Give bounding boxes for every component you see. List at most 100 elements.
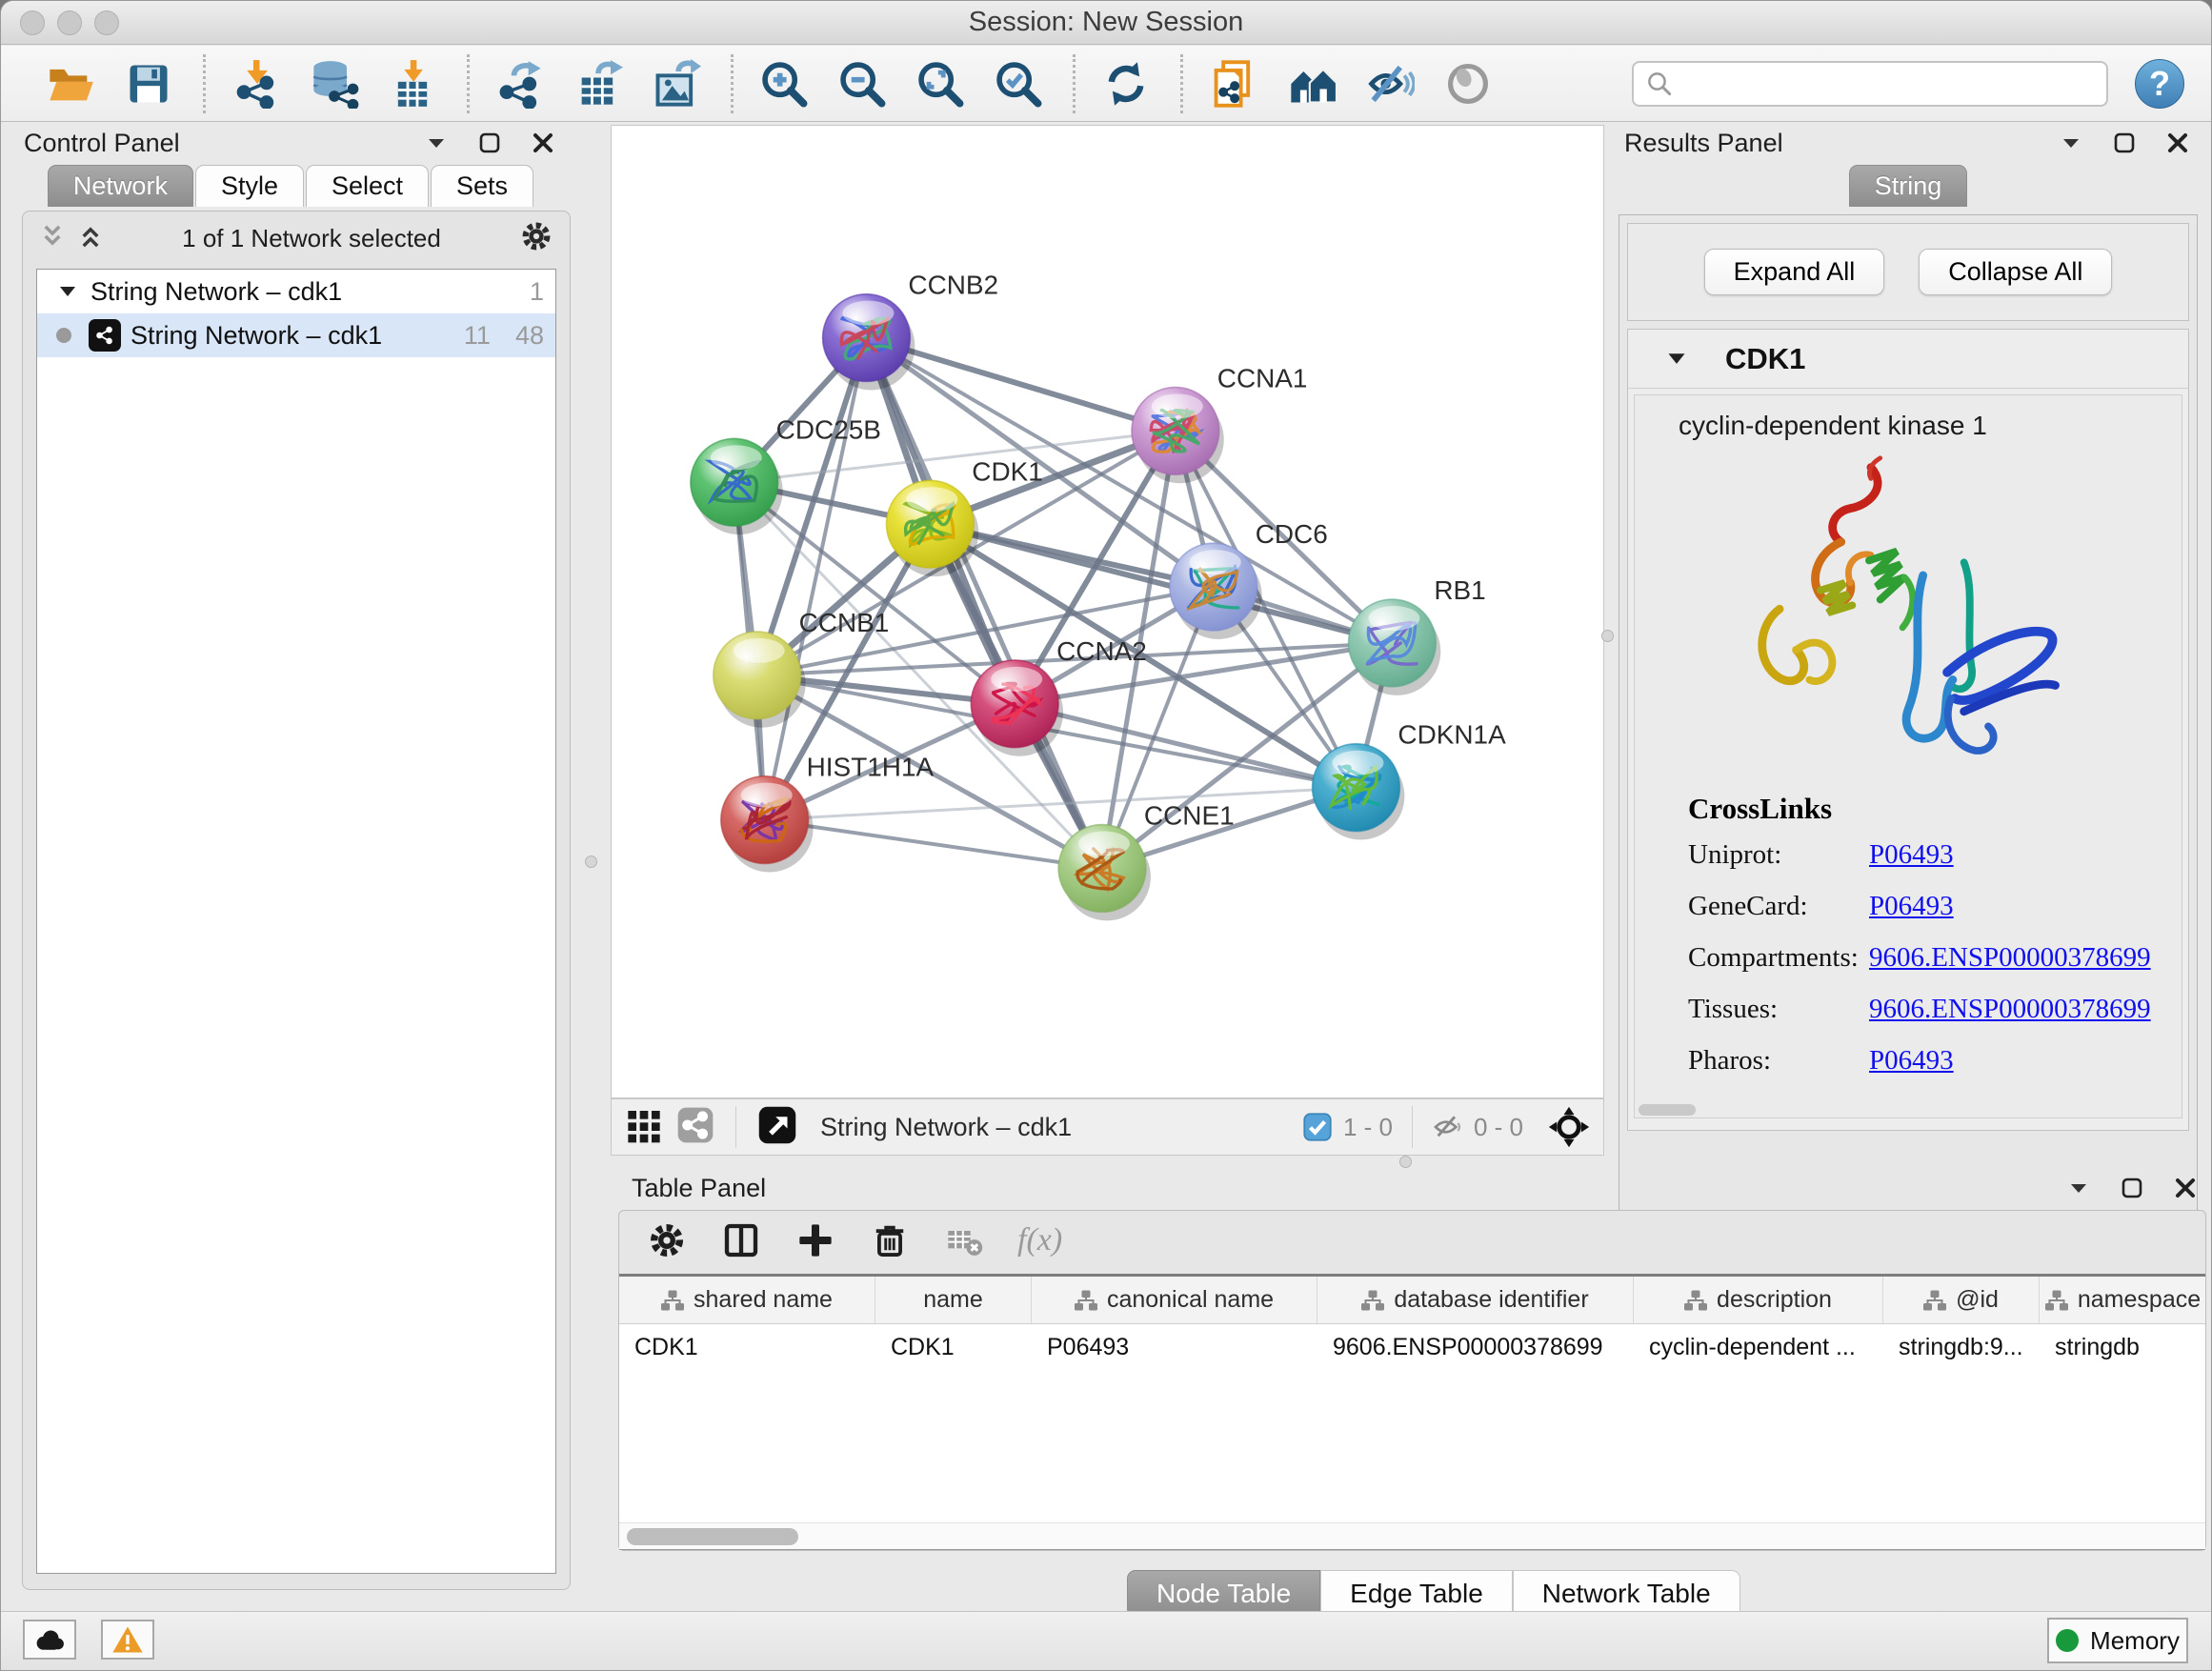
table-options-button[interactable] xyxy=(646,1219,688,1261)
zoom-window-button[interactable] xyxy=(94,10,119,35)
network-collection-row[interactable]: String Network – cdk1 1 xyxy=(37,270,555,313)
close-window-button[interactable] xyxy=(20,10,45,35)
node-label-CCNB1: CCNB1 xyxy=(799,608,890,637)
edge-CCNB2-CCNE1[interactable] xyxy=(866,338,1102,869)
delete-column-button[interactable] xyxy=(869,1219,911,1261)
zoom-fit-button[interactable] xyxy=(911,54,970,113)
collapse-all-button[interactable]: Collapse All xyxy=(1919,249,2112,295)
network-row[interactable]: String Network – cdk1 11 48 xyxy=(37,313,555,357)
export-network-button[interactable] xyxy=(491,54,550,113)
import-database-button[interactable] xyxy=(305,54,364,113)
panel-menu-button[interactable] xyxy=(2064,1174,2093,1202)
memory-button[interactable]: Memory xyxy=(2047,1618,2188,1663)
left-splitter-handle[interactable] xyxy=(585,856,597,868)
tab-style[interactable]: Style xyxy=(195,165,304,207)
warnings-button[interactable] xyxy=(101,1620,154,1660)
tab-select[interactable]: Select xyxy=(306,165,429,207)
cloud-status-button[interactable] xyxy=(23,1620,76,1660)
panel-close-button[interactable] xyxy=(2163,129,2192,157)
panel-float-button[interactable] xyxy=(2118,1174,2146,1202)
scrollbar-thumb[interactable] xyxy=(627,1528,798,1545)
minimize-window-button[interactable] xyxy=(57,10,82,35)
help-button[interactable]: ? xyxy=(2135,59,2184,109)
cell-name[interactable]: CDK1 xyxy=(875,1324,1032,1372)
crosslink-value-link[interactable]: 9606.ENSP00000378699 xyxy=(1869,994,2151,1025)
node-CCNB1[interactable]: CCNB1 xyxy=(714,608,890,728)
save-session-button[interactable] xyxy=(119,54,178,113)
bottom-splitter-handle[interactable] xyxy=(1399,1156,1412,1168)
node-CDC25B[interactable]: CDC25B xyxy=(691,414,881,534)
selected-checkbox-icon[interactable] xyxy=(1303,1113,1332,1141)
show-eye-button[interactable] xyxy=(1438,54,1498,113)
crosslink-value-link[interactable]: P06493 xyxy=(1869,839,1954,871)
create-column-button[interactable] xyxy=(794,1219,836,1261)
column-header-name[interactable]: name xyxy=(875,1277,1032,1323)
edge-HIST1H1A-CCNE1[interactable] xyxy=(765,820,1102,869)
cell-@id[interactable]: stringdb:9... xyxy=(1883,1324,2040,1372)
node-CDKN1A[interactable]: CDKN1A xyxy=(1313,720,1507,840)
cdk1-section-header[interactable]: CDK1 xyxy=(1628,330,2188,389)
search-input[interactable] xyxy=(1681,65,2095,103)
fit-selected-button[interactable] xyxy=(1548,1106,1590,1148)
expand-all-button[interactable]: Expand All xyxy=(1704,249,1885,295)
view-network-button[interactable] xyxy=(676,1106,714,1149)
memory-label: Memory xyxy=(2090,1626,2180,1656)
string-home-button[interactable] xyxy=(1282,54,1341,113)
cell-canonical-name[interactable]: P06493 xyxy=(1032,1324,1317,1372)
show-columns-button[interactable] xyxy=(720,1219,762,1261)
network-graph[interactable]: CCNB2CCNA1CDC25BCDK1CDC6RB1CCNB1CCNA2CDK… xyxy=(612,126,1603,1097)
node-name-heading: CDK1 xyxy=(1725,342,1805,376)
node-CCNE1[interactable]: CCNE1 xyxy=(1058,801,1235,921)
crosslink-value-link[interactable]: 9606.ENSP00000378699 xyxy=(1869,942,2151,974)
node-CCNA1[interactable]: CCNA1 xyxy=(1132,363,1308,483)
column-header-shared-name[interactable]: shared name xyxy=(619,1277,875,1323)
network-view[interactable]: CCNB2CCNA1CDC25BCDK1CDC6RB1CCNB1CCNA2CDK… xyxy=(611,125,1604,1098)
cell-namespace[interactable]: stringdb xyxy=(2040,1324,2205,1372)
edge-CCNB2-HIST1H1A[interactable] xyxy=(765,338,867,820)
zoom-selected-button[interactable] xyxy=(989,54,1048,113)
tab-sets[interactable]: Sets xyxy=(431,165,533,207)
network-options-button[interactable] xyxy=(520,220,553,257)
column-header-canonical-name[interactable]: canonical name xyxy=(1032,1277,1317,1323)
table-horizontal-scrollbar[interactable] xyxy=(619,1522,2205,1549)
panel-menu-button[interactable] xyxy=(422,129,451,157)
import-network-button[interactable] xyxy=(227,54,286,113)
open-session-button[interactable] xyxy=(41,54,100,113)
zoom-in-button[interactable] xyxy=(754,54,814,113)
view-grid-button[interactable] xyxy=(625,1106,663,1149)
column-header-namespace[interactable]: namespace xyxy=(2040,1277,2205,1323)
node-description: cyclin-dependent kinase 1 xyxy=(1635,395,2182,441)
cell-database-identifier[interactable]: 9606.ENSP00000378699 xyxy=(1317,1324,1634,1372)
panel-menu-button[interactable] xyxy=(2057,129,2085,157)
export-table-button[interactable] xyxy=(569,54,628,113)
results-scrollbar-thumb[interactable] xyxy=(1639,1104,1696,1116)
results-panel-title: Results Panel xyxy=(1624,129,1783,158)
crosslink-value-link[interactable]: P06493 xyxy=(1869,1045,1954,1077)
zoom-out-button[interactable] xyxy=(833,54,892,113)
panel-float-button[interactable] xyxy=(475,129,504,157)
cell-shared-name[interactable]: CDK1 xyxy=(619,1324,875,1372)
refresh-button[interactable] xyxy=(1096,54,1156,113)
import-table-button[interactable] xyxy=(383,54,442,113)
column-header-description[interactable]: description xyxy=(1634,1277,1883,1323)
table-row[interactable]: CDK1CDK1P064939606.ENSP00000378699cyclin… xyxy=(619,1324,2205,1372)
expand-all-networks-button[interactable] xyxy=(78,224,103,253)
panel-close-button[interactable] xyxy=(529,129,557,157)
function-builder-button[interactable]: f(x) xyxy=(1017,1222,1062,1258)
panel-close-button[interactable] xyxy=(2171,1174,2200,1202)
column-header-database-identifier[interactable]: database identifier xyxy=(1317,1277,1634,1323)
tab-string-results[interactable]: String xyxy=(1849,165,1968,207)
birdseye-button[interactable] xyxy=(757,1105,797,1150)
collapse-all-networks-button[interactable] xyxy=(40,224,65,253)
export-image-button[interactable] xyxy=(647,54,706,113)
crosslink-value-link[interactable]: P06493 xyxy=(1869,891,1954,922)
right-splitter-handle[interactable] xyxy=(1601,630,1614,642)
delete-table-button[interactable] xyxy=(943,1219,985,1261)
panel-float-button[interactable] xyxy=(2110,129,2139,157)
column-header-@id[interactable]: @id xyxy=(1883,1277,2040,1323)
hide-glasses-button[interactable] xyxy=(1360,54,1419,113)
string-document-button[interactable] xyxy=(1204,54,1263,113)
cell-description[interactable]: cyclin-dependent ... xyxy=(1634,1324,1883,1372)
tab-network[interactable]: Network xyxy=(48,165,193,207)
node-RB1[interactable]: RB1 xyxy=(1349,575,1486,695)
